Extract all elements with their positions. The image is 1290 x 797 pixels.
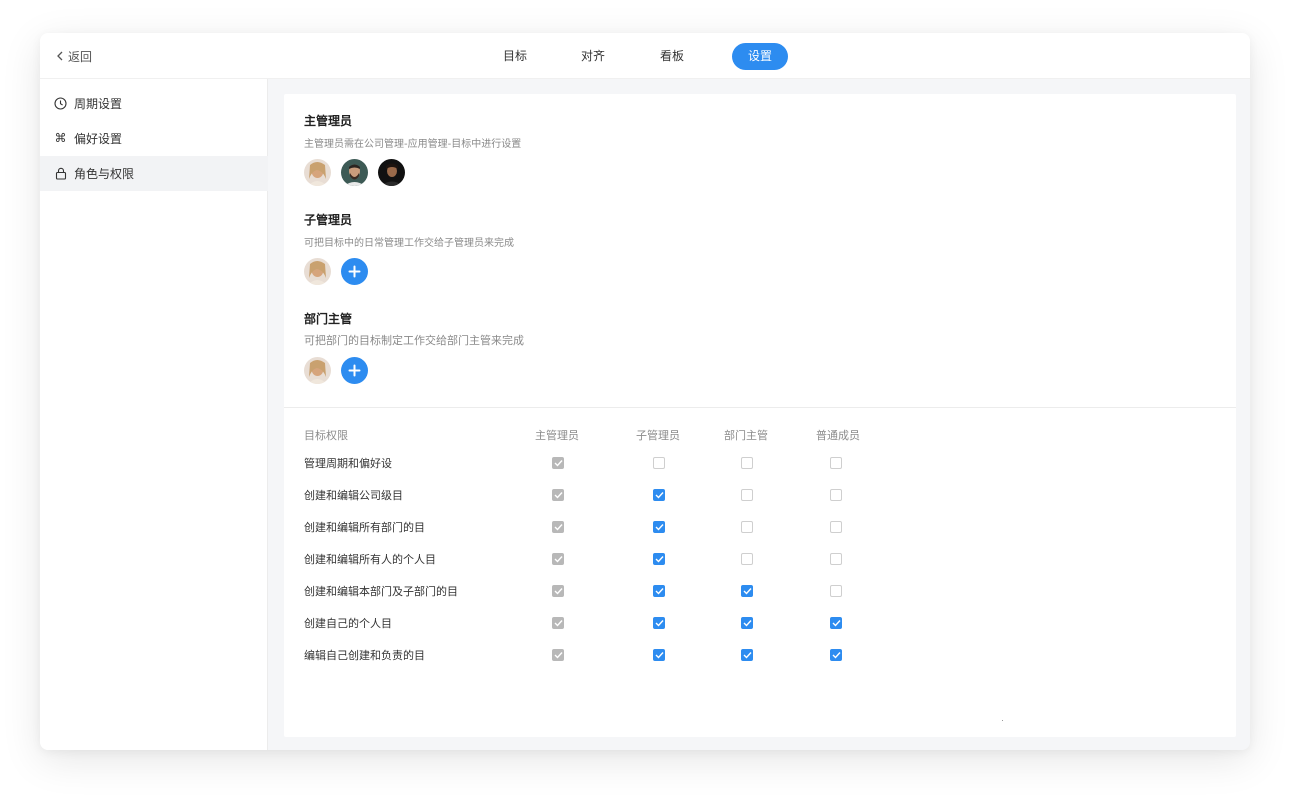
tab-goals[interactable]: 目标: [490, 43, 540, 70]
permission-checkbox[interactable]: [830, 617, 842, 629]
permission-header: 普通成员: [816, 429, 860, 442]
permission-header: 目标权限: [304, 429, 348, 442]
permission-header: 主管理员: [535, 429, 579, 442]
permission-checkbox-locked: [552, 489, 564, 501]
permission-checkbox[interactable]: [830, 585, 842, 597]
add-dept-head-button[interactable]: [341, 357, 368, 384]
permission-row-label: 编辑自己创建和负责的目: [304, 649, 425, 662]
admin-title: 主管理员: [304, 114, 353, 128]
permission-row-label: 创建和编辑公司级目: [304, 489, 403, 502]
permission-header: 部门主管: [724, 429, 768, 442]
section-divider: [284, 407, 1236, 408]
permission-checkbox[interactable]: [741, 553, 753, 565]
sidebar-item-cycle-settings[interactable]: 周期设置: [40, 86, 268, 121]
tab-settings[interactable]: 设置: [732, 43, 788, 70]
permission-checkbox[interactable]: [741, 489, 753, 501]
permission-checkbox[interactable]: [741, 649, 753, 661]
permission-checkbox-locked: [552, 617, 564, 629]
permission-row-label: 创建和编辑所有部门的目: [304, 521, 425, 534]
permission-checkbox-locked: [552, 457, 564, 469]
permission-row-label: 创建和编辑所有人的个人目: [304, 553, 436, 566]
permission-row-label: 创建和编辑本部门及子部门的目: [304, 585, 458, 598]
permission-row-label: 管理周期和偏好设: [304, 457, 392, 470]
dept-head-title: 部门主管: [304, 312, 353, 326]
permission-checkbox[interactable]: [653, 617, 665, 629]
avatar[interactable]: [341, 159, 368, 186]
dept-head-desc: 可把部门的目标制定工作交给部门主管来完成: [304, 334, 524, 347]
permission-checkbox-locked: [552, 585, 564, 597]
permission-checkbox[interactable]: [830, 553, 842, 565]
permission-checkbox[interactable]: [830, 649, 842, 661]
sidebar-item-label: 偏好设置: [74, 132, 123, 146]
permission-row-label: 创建自己的个人目: [304, 617, 392, 630]
stray-dot: [1002, 720, 1003, 721]
permission-checkbox[interactable]: [830, 489, 842, 501]
admin-desc: 主管理员需在公司管理-应用管理-目标中进行设置: [304, 139, 522, 150]
permission-checkbox[interactable]: [653, 457, 665, 469]
permission-checkbox-locked: [552, 521, 564, 533]
permission-checkbox-locked: [552, 553, 564, 565]
sidebar-item-label: 周期设置: [74, 97, 123, 111]
plus-icon: [348, 265, 361, 278]
avatar[interactable]: [378, 159, 405, 186]
sidebar-item-label: 角色与权限: [74, 167, 135, 181]
app-window: 返回 目标 对齐 看板 设置 周期设置 ⌘ 偏好设置 角色与权限 主管理员 主管…: [40, 33, 1250, 750]
roles-panel: 主管理员 主管理员需在公司管理-应用管理-目标中进行设置 子管理员 可把目标中的…: [284, 94, 1236, 737]
lock-icon: [54, 167, 67, 180]
sub-admin-desc: 可把目标中的日常管理工作交给子管理员来完成: [304, 238, 514, 249]
avatar[interactable]: [304, 357, 331, 384]
add-sub-admin-button[interactable]: [341, 258, 368, 285]
command-icon: ⌘: [54, 131, 67, 145]
sidebar: 周期设置 ⌘ 偏好设置 角色与权限: [40, 79, 268, 750]
permission-checkbox[interactable]: [653, 521, 665, 533]
main-tabs: 目标 对齐 看板 设置: [40, 33, 1250, 79]
avatar[interactable]: [304, 258, 331, 285]
permission-checkbox[interactable]: [830, 521, 842, 533]
permission-checkbox[interactable]: [741, 585, 753, 597]
permission-checkbox[interactable]: [653, 553, 665, 565]
tab-alignment[interactable]: 对齐: [568, 43, 618, 70]
sidebar-item-roles-permissions[interactable]: 角色与权限: [40, 156, 268, 191]
permission-checkbox[interactable]: [741, 617, 753, 629]
permission-checkbox[interactable]: [653, 489, 665, 501]
permission-checkbox[interactable]: [830, 457, 842, 469]
avatar[interactable]: [304, 159, 331, 186]
permission-checkbox-locked: [552, 649, 564, 661]
plus-icon: [348, 364, 361, 377]
permission-header: 子管理员: [636, 429, 680, 442]
permission-checkbox[interactable]: [653, 585, 665, 597]
tab-dashboard[interactable]: 看板: [647, 43, 697, 70]
sidebar-item-preferences[interactable]: ⌘ 偏好设置: [40, 121, 268, 156]
clock-icon: [54, 97, 67, 110]
sub-admin-title: 子管理员: [304, 213, 353, 227]
permission-checkbox[interactable]: [653, 649, 665, 661]
permission-checkbox[interactable]: [741, 457, 753, 469]
permission-checkbox[interactable]: [741, 521, 753, 533]
top-bar: 返回 目标 对齐 看板 设置: [40, 33, 1250, 79]
